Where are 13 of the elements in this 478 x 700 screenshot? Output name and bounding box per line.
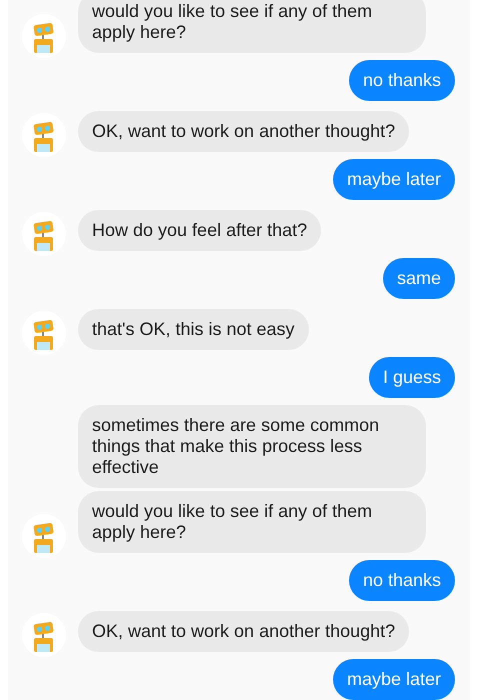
bot-message: How do you feel after that?: [78, 210, 322, 251]
user-message: same: [382, 258, 455, 299]
user-message: maybe later: [332, 659, 455, 700]
bot-message: would you like to see if any of them apply here?: [78, 491, 426, 553]
bot-message: sometimes there are some common things that make this process less effective: [78, 405, 426, 488]
bot-message: OK, want to work on another thought?: [78, 111, 410, 152]
user-message: maybe later: [332, 159, 455, 200]
user-message: no thanks: [348, 60, 455, 101]
user-message: I guess: [368, 357, 455, 398]
bot-message: would you like to see if any of them apply here?: [78, 0, 426, 53]
bot-message: OK, want to work on another thought?: [78, 611, 410, 652]
user-message: no thanks: [348, 560, 455, 601]
bot-message: that's OK, this is not easy: [78, 309, 309, 350]
